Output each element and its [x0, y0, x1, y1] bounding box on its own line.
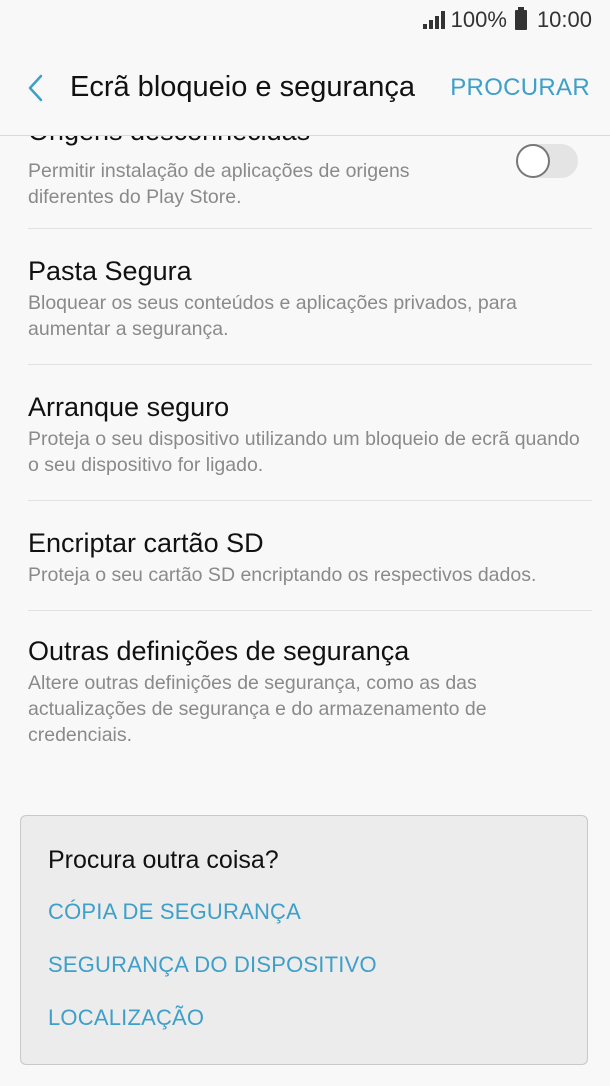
settings-list: Origens desconhecidas Permitir instalaçã…: [0, 136, 610, 1086]
clock: 10:00: [536, 7, 592, 32]
setting-other-security[interactable]: Outras definições de segurança Altere ou…: [28, 611, 592, 770]
setting-secure-startup[interactable]: Arranque seguro Proteja o seu dispositiv…: [28, 365, 592, 501]
unknown-sources-toggle[interactable]: [516, 144, 578, 178]
setting-title: Outras definições de segurança: [28, 636, 410, 666]
setting-description: Bloquear os seus conteúdos e aplicações …: [28, 292, 517, 340]
screen: 100% 10:00 Ecrã bloqueio e segurança PRO…: [0, 0, 610, 1086]
signal-icon: [422, 11, 445, 29]
back-button[interactable]: [0, 40, 70, 135]
setting-title: Arranque seguro: [28, 392, 230, 422]
setting-description: Proteja o seu cartão SD encriptando os r…: [28, 564, 537, 586]
setting-title: Origens desconhecidas: [28, 136, 310, 148]
setting-title: Encriptar cartão SD: [28, 528, 264, 558]
battery-icon: [514, 7, 527, 30]
page-title: Ecrã bloqueio e segurança: [70, 71, 416, 103]
setting-title: Pasta Segura: [28, 256, 192, 286]
setting-unknown-sources[interactable]: Origens desconhecidas Permitir instalaçã…: [28, 136, 592, 229]
suggestions-title: Procura outra coisa?: [48, 846, 279, 874]
suggestion-link-device-security[interactable]: SEGURANÇA DO DISPOSITIVO: [48, 952, 587, 978]
battery-percent: 100%: [450, 7, 507, 32]
suggestions-card: Procura outra coisa? CÓPIA DE SEGURANÇA …: [20, 815, 588, 1065]
setting-description: Permitir instalação de aplicações de ori…: [28, 160, 410, 208]
setting-description: Altere outras definições de segurança, c…: [28, 672, 487, 746]
setting-description: Proteja o seu dispositivo utilizando um …: [28, 428, 580, 476]
suggestion-link-location[interactable]: LOCALIZAÇÃO: [48, 1005, 587, 1031]
setting-secure-folder[interactable]: Pasta Segura Bloquear os seus conteúdos …: [28, 229, 592, 365]
chevron-left-icon: [28, 74, 43, 101]
search-button[interactable]: PROCURAR: [450, 74, 610, 102]
suggestion-link-backup[interactable]: CÓPIA DE SEGURANÇA: [48, 899, 587, 925]
app-bar: Ecrã bloqueio e segurança PROCURAR: [0, 40, 610, 136]
toggle-knob: [516, 144, 550, 178]
status-bar: 100% 10:00: [0, 0, 610, 40]
setting-encrypt-sd[interactable]: Encriptar cartão SD Proteja o seu cartão…: [28, 501, 592, 611]
